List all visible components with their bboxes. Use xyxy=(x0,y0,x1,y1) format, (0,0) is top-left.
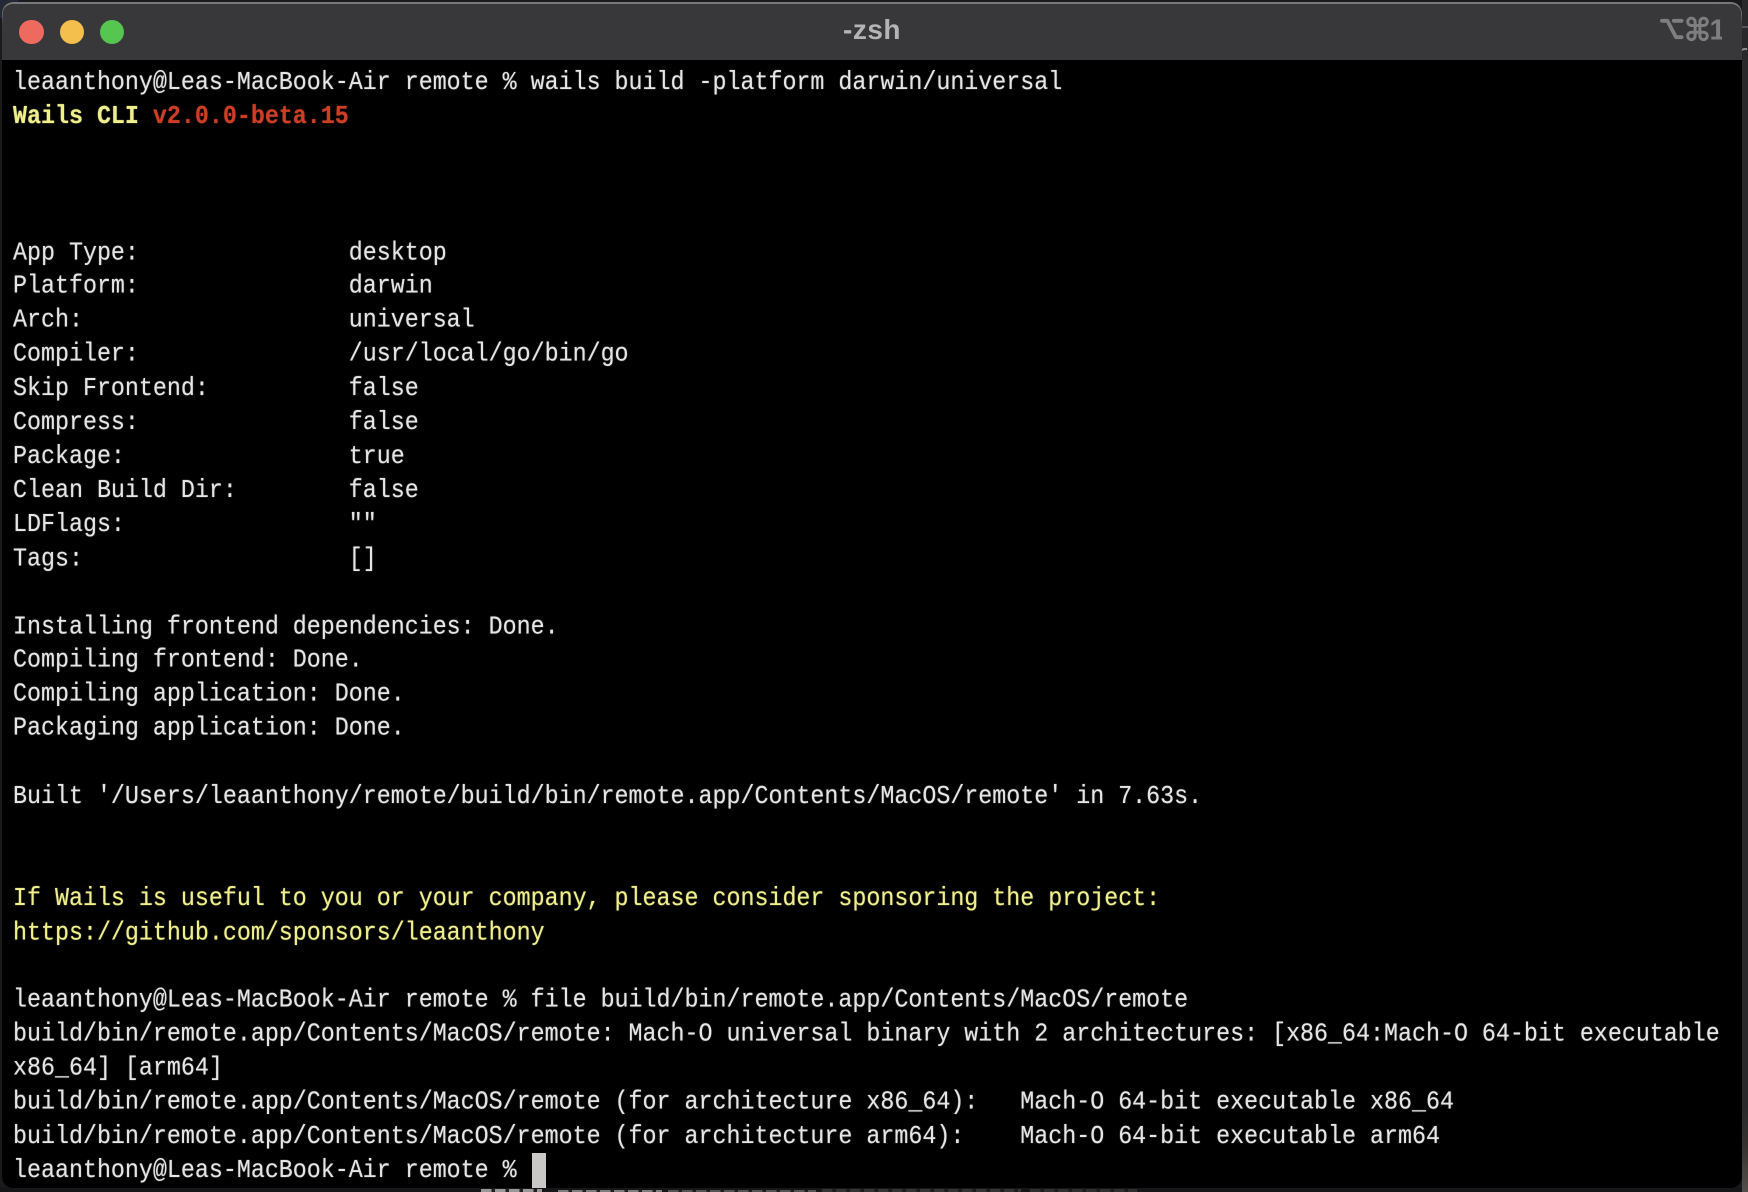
svg-text:1: 1 xyxy=(1710,15,1723,47)
